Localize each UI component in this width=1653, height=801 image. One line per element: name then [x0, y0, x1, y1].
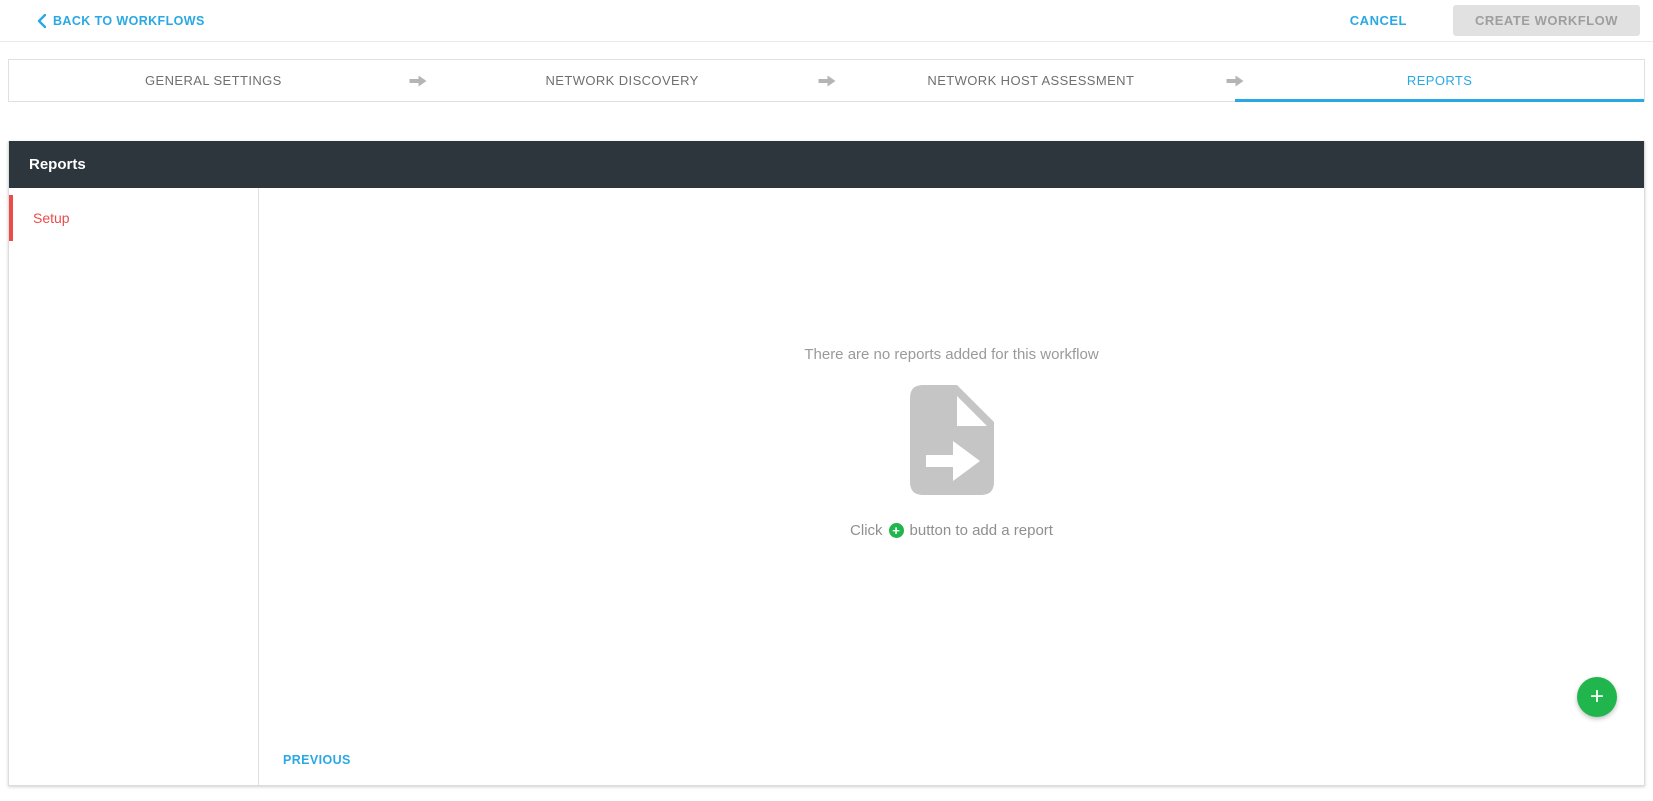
- active-step-underline: [1235, 99, 1644, 102]
- back-to-workflows-link[interactable]: BACK TO WORKFLOWS: [37, 14, 205, 28]
- cancel-button[interactable]: CANCEL: [1350, 13, 1407, 28]
- empty-state: There are no reports added for this work…: [259, 346, 1644, 539]
- back-to-workflows-label: BACK TO WORKFLOWS: [53, 14, 205, 28]
- panel-header: Reports: [9, 141, 1644, 188]
- step-reports-label: REPORTS: [1407, 73, 1472, 88]
- step-network-discovery[interactable]: NETWORK DISCOVERY: [418, 60, 827, 101]
- step-general-settings-label: GENERAL SETTINGS: [145, 73, 282, 88]
- reports-main-area: There are no reports added for this work…: [259, 188, 1644, 785]
- panel-title: Reports: [29, 156, 86, 173]
- step-network-discovery-label: NETWORK DISCOVERY: [546, 73, 699, 88]
- reports-panel: Reports Setup There are no reports added…: [8, 141, 1645, 786]
- empty-state-message: There are no reports added for this work…: [804, 346, 1098, 363]
- add-hint-plus-icon: +: [889, 523, 904, 538]
- step-arrow-icon: [1226, 74, 1245, 87]
- create-workflow-button[interactable]: CREATE WORKFLOW: [1453, 5, 1640, 36]
- workflow-stepper: GENERAL SETTINGS NETWORK DISCOVERY NETWO…: [8, 59, 1645, 102]
- step-network-host-assessment-label: NETWORK HOST ASSESSMENT: [927, 73, 1134, 88]
- hint-prefix: Click: [850, 522, 883, 539]
- step-network-host-assessment[interactable]: NETWORK HOST ASSESSMENT: [827, 60, 1236, 101]
- sidebar-item-setup-label: Setup: [33, 210, 70, 226]
- top-bar: BACK TO WORKFLOWS CANCEL CREATE WORKFLOW: [0, 0, 1653, 42]
- add-report-fab-button[interactable]: +: [1577, 677, 1617, 717]
- empty-state-hint: Click + button to add a report: [850, 522, 1053, 539]
- reports-sidebar: Setup: [9, 188, 259, 785]
- step-reports[interactable]: REPORTS: [1235, 60, 1644, 101]
- hint-suffix: button to add a report: [910, 522, 1053, 539]
- step-arrow-icon: [408, 74, 427, 87]
- previous-button[interactable]: PREVIOUS: [283, 753, 351, 767]
- sidebar-item-setup[interactable]: Setup: [9, 195, 258, 241]
- chevron-left-icon: [37, 14, 46, 28]
- step-arrow-icon: [817, 74, 836, 87]
- step-general-settings[interactable]: GENERAL SETTINGS: [9, 60, 418, 101]
- report-document-icon: [910, 385, 994, 495]
